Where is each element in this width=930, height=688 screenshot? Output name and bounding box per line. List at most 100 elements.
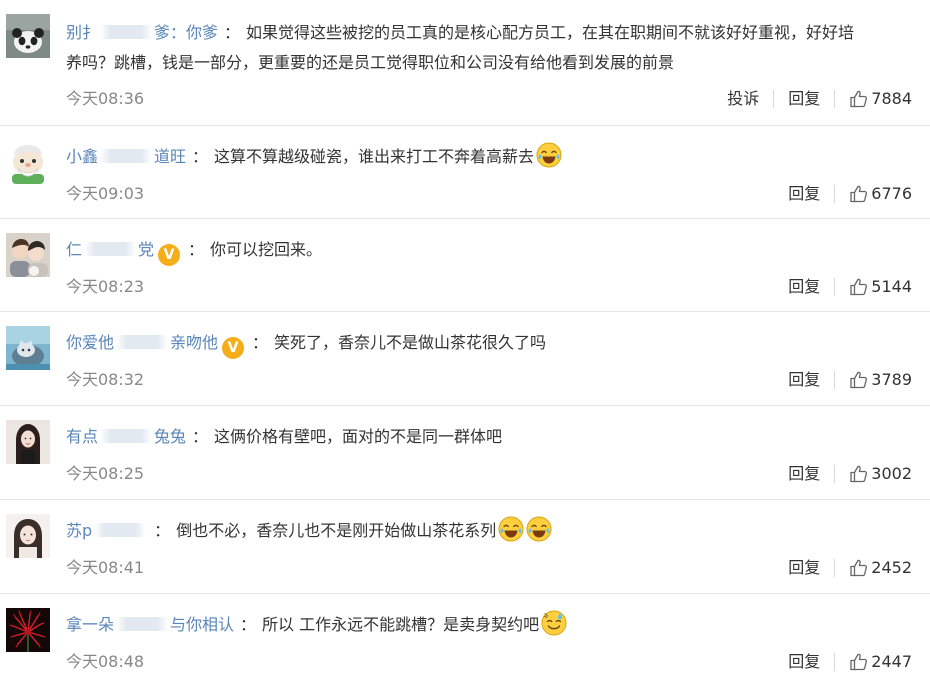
action-divider <box>834 559 836 577</box>
panda-avatar-icon <box>6 14 50 58</box>
comment-item: 苏p：倒也不必，香奈儿也不是刚开始做山茶花系列 今天08:41 回复 2452 <box>0 500 930 594</box>
action-divider <box>834 90 836 108</box>
colon-separator: ： <box>224 23 241 42</box>
username-link[interactable]: 有点 兔兔 <box>66 427 186 446</box>
username-link[interactable]: 仁党 <box>66 240 154 259</box>
comment-item: 有点 兔兔 ： 这俩价格有壁吧，面对的不是同一群体吧 今天08:25 回复 3002 <box>0 406 930 500</box>
thumbs-up-icon <box>850 185 868 203</box>
thumbs-up-icon <box>850 90 868 108</box>
action-divider <box>773 90 775 108</box>
comment-text: 这俩价格有壁吧，面对的不是同一群体吧 <box>214 427 503 446</box>
girl-photo-avatar-icon <box>6 514 50 558</box>
cat-photo-avatar-icon <box>6 326 50 370</box>
reply-button[interactable]: 回复 <box>788 461 820 487</box>
like-count: 3002 <box>871 464 912 483</box>
thumbs-up-icon <box>850 559 868 577</box>
red-flower-avatar-icon <box>6 608 50 652</box>
like-button[interactable]: 7884 <box>849 86 912 112</box>
username-link[interactable]: 小鑫 道旺 <box>66 147 186 166</box>
comment-body: 苏p ： 倒也不必，香奈儿也不是刚开始做山茶花系列 <box>66 516 916 546</box>
comment-text: 这算不算越级碰瓷，谁出来打工不奔着高薪去 <box>214 147 535 166</box>
username-suffix: 亲吻他 <box>170 333 219 352</box>
comment-meta: 今天09:03 回复 6776 <box>66 181 912 207</box>
username-link[interactable]: 苏p <box>66 521 148 540</box>
comment-body: 拿一朵 与你相认 ： 所以 工作永远不能跳槽？是卖身契约吧 <box>66 610 916 640</box>
username-link[interactable]: 别扌 爹：你爹 <box>66 23 218 42</box>
avatar[interactable] <box>6 608 50 652</box>
username-prefix: 有点 <box>66 427 99 446</box>
username-link[interactable]: 拿一朵 与你相认 <box>66 615 234 634</box>
username-prefix: 你爱他 <box>66 333 115 352</box>
comment-text: 所以 工作永远不能跳槽？是卖身契约吧 <box>262 615 540 634</box>
like-button[interactable]: 5144 <box>849 274 912 300</box>
comment-text: 你可以挖回来。 <box>210 240 323 259</box>
avatar[interactable] <box>6 14 50 58</box>
thumbs-up-icon <box>850 371 868 389</box>
comment-time: 今天08:23 <box>66 277 145 296</box>
masked-username <box>84 242 137 256</box>
comment-actions: 回复 2447 <box>788 649 912 675</box>
reply-button[interactable]: 回复 <box>788 274 820 300</box>
username-link[interactable]: 你爱他 亲吻他 <box>66 333 218 352</box>
comment-meta: 今天08:25 回复 3002 <box>66 461 912 487</box>
like-button[interactable]: 2452 <box>849 555 912 581</box>
thumbs-up-icon <box>850 465 868 483</box>
comment-body: 别扌 爹：你爹 ： 如果觉得这些被挖的员工真的是核心配方员工，在其在职期间不就该好好重… <box>66 18 916 78</box>
action-divider <box>834 465 836 483</box>
avatar[interactable] <box>6 326 50 370</box>
comment-item: 仁党 V：你可以挖回来。 今天08:23 回复 5144 <box>0 219 930 312</box>
comment-item: 小鑫 道旺：这算不算越级碰瓷，谁出来打工不奔着高薪去 今天09:03 回复 67… <box>0 126 930 219</box>
like-count: 3789 <box>871 370 912 389</box>
like-button[interactable]: 6776 <box>849 181 912 207</box>
username-prefix: 小鑫 <box>66 147 99 166</box>
avatar[interactable] <box>6 233 50 277</box>
comment-actions: 回复 6776 <box>788 181 912 207</box>
comment-item: 拿一朵 与你相认：所以 工作永远不能跳槽？是卖身契约吧 今天08:48 回复 2… <box>0 594 930 688</box>
comment-time: 今天08:25 <box>66 464 145 483</box>
comment-meta: 今天08:32 回复 3789 <box>66 367 912 393</box>
comment-actions: 回复 2452 <box>788 555 912 581</box>
thumbs-up-icon <box>850 653 868 671</box>
laugh-cry-emoji-icon <box>498 516 524 542</box>
couple-photo-avatar-icon <box>6 233 50 277</box>
reply-button[interactable]: 回复 <box>788 86 820 112</box>
comment-time: 今天08:41 <box>66 558 145 577</box>
comment-item: 你爱他 亲吻他 V ： 笑死了，香奈儿不是做山茶花很久了吗 今天08:32 回复 378… <box>0 312 930 406</box>
masked-username <box>100 429 153 443</box>
reply-button[interactable]: 回复 <box>788 555 820 581</box>
like-button[interactable]: 2447 <box>849 649 912 675</box>
thumbs-up-icon <box>850 278 868 296</box>
colon-separator: ： <box>192 427 209 446</box>
verified-badge-icon: V <box>158 244 181 266</box>
colon-separator: ： <box>252 333 269 352</box>
avatar[interactable] <box>6 420 50 464</box>
colon-separator: ： <box>154 521 171 540</box>
avatar[interactable] <box>6 514 50 558</box>
avatar[interactable] <box>6 140 50 184</box>
comment-list: 别扌 爹：你爹 ： 如果觉得这些被挖的员工真的是核心配方员工，在其在职期间不就该好好重… <box>0 0 930 688</box>
woman-photo-avatar-icon <box>6 420 50 464</box>
comment-actions: 投诉 回复 7884 <box>727 86 912 112</box>
reply-button[interactable]: 回复 <box>788 367 820 393</box>
like-count: 7884 <box>871 89 912 108</box>
comment-actions: 回复 3789 <box>788 367 912 393</box>
verified-badge-icon: V <box>222 337 245 359</box>
like-button[interactable]: 3002 <box>849 461 912 487</box>
comment-meta: 今天08:48 回复 2447 <box>66 649 912 675</box>
reply-button[interactable]: 回复 <box>788 181 820 207</box>
report-button[interactable]: 投诉 <box>727 86 759 112</box>
comment-meta: 今天08:41 回复 2452 <box>66 555 912 581</box>
comment-actions: 回复 3002 <box>788 461 912 487</box>
comment-meta: 今天08:36 投诉 回复 7884 <box>66 86 912 112</box>
cartoon-old-man-avatar-icon <box>6 140 50 184</box>
comment-meta: 今天08:23 回复 5144 <box>66 274 912 300</box>
comment-actions: 回复 5144 <box>788 274 912 300</box>
username-suffix: 道旺 <box>154 147 187 166</box>
action-divider <box>834 653 836 671</box>
masked-username <box>94 523 147 537</box>
like-count: 6776 <box>871 184 912 203</box>
username-prefix: 拿一朵 <box>66 615 115 634</box>
sweat-smile-emoji-icon <box>541 610 567 636</box>
reply-button[interactable]: 回复 <box>788 649 820 675</box>
like-button[interactable]: 3789 <box>849 367 912 393</box>
